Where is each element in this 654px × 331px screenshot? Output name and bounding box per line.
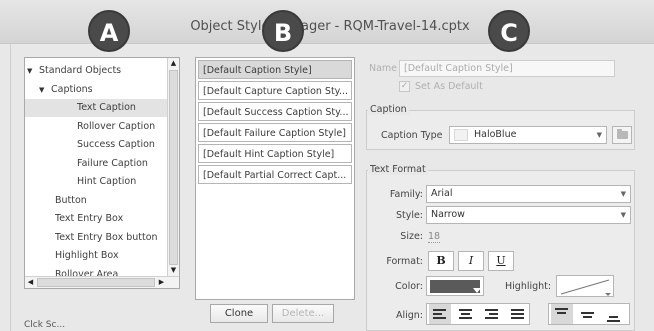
text-color-button[interactable] bbox=[426, 276, 484, 296]
caption-type-label: Caption Type bbox=[381, 130, 443, 141]
scroll-down-arrow-icon[interactable]: ▼ bbox=[168, 265, 179, 276]
caption-preview-swatch bbox=[454, 128, 468, 141]
underline-button[interactable]: U bbox=[488, 251, 514, 271]
folder-icon bbox=[617, 129, 628, 139]
vertical-align-group bbox=[548, 303, 630, 325]
tree-item-label: Failure Caption bbox=[77, 157, 148, 169]
align-center-button[interactable] bbox=[455, 304, 477, 324]
caption-type-dropdown[interactable]: HaloBlue ▼ bbox=[449, 126, 607, 144]
bold-button[interactable]: B bbox=[428, 251, 454, 271]
tree-hscroll-thumb[interactable] bbox=[37, 278, 155, 287]
italic-button[interactable]: I bbox=[458, 251, 484, 271]
tree-vertical-scrollbar[interactable]: ▲ ▼ bbox=[167, 58, 179, 277]
tree-item[interactable]: Button bbox=[25, 192, 167, 210]
tree-horizontal-scrollbar[interactable]: ◀ ▶ bbox=[25, 276, 179, 288]
chevron-down-icon: ▼ bbox=[620, 211, 626, 219]
tree-item-label: Text Entry Box button bbox=[55, 231, 158, 243]
object-tree: ▼ Standard Objects ▼ Captions Text Caption Ro… bbox=[24, 57, 180, 289]
tree-item-label: Text Caption bbox=[77, 102, 136, 113]
tree-item-label: Highlight Box bbox=[55, 250, 119, 261]
tree-item[interactable]: Rollover Caption bbox=[25, 118, 167, 136]
style-list-item[interactable]: [Default Success Caption Sty... bbox=[198, 102, 352, 121]
align-middle-button[interactable] bbox=[577, 304, 599, 324]
caption-type-value: HaloBlue bbox=[474, 129, 517, 140]
tree-item[interactable]: ▼ Standard Objects bbox=[25, 62, 167, 80]
callout-a: A bbox=[88, 10, 130, 52]
expand-triangle-icon[interactable]: ▼ bbox=[27, 62, 39, 80]
align-label: Align: bbox=[395, 310, 423, 321]
font-size-value[interactable]: 18 bbox=[428, 231, 441, 243]
name-label: Name bbox=[369, 63, 398, 74]
font-family-dropdown[interactable]: Arial ▼ bbox=[426, 185, 631, 203]
style-label: Style: bbox=[395, 210, 423, 221]
browse-folder-button[interactable] bbox=[612, 126, 632, 144]
tree-item[interactable]: Highlight Box bbox=[25, 247, 167, 265]
style-list-item[interactable]: [Default Capture Caption Sty... bbox=[198, 81, 352, 100]
styles-list: [Default Caption Style] [Default Capture … bbox=[195, 57, 355, 300]
highlight-label: Highlight: bbox=[505, 281, 552, 292]
tree-item[interactable]: Hint Caption bbox=[25, 173, 167, 191]
clone-button[interactable]: Clone bbox=[210, 304, 268, 323]
tree-item[interactable]: Text Entry Box button bbox=[25, 229, 167, 247]
callout-b: B bbox=[262, 10, 304, 52]
tree-item-label: Standard Objects bbox=[39, 65, 122, 76]
tree-item-label: Rollover Caption bbox=[77, 120, 156, 132]
set-default-checkbox[interactable]: ✓ bbox=[399, 81, 410, 92]
tree-item[interactable]: Text Caption bbox=[25, 99, 167, 117]
align-bottom-button[interactable] bbox=[603, 304, 625, 324]
window-title: Object Style Manager - RQM-Travel-14.cpt… bbox=[190, 19, 470, 34]
font-style-value: Narrow bbox=[431, 209, 465, 220]
name-field[interactable]: [Default Caption Style] bbox=[399, 60, 615, 77]
status-text: Clck Sc... bbox=[24, 320, 66, 330]
expand-triangle-icon[interactable]: ▼ bbox=[39, 81, 51, 99]
tree-scroll-thumb[interactable] bbox=[169, 70, 178, 265]
style-list-item[interactable]: [Default Failure Caption Style] bbox=[198, 123, 352, 142]
color-label: Color: bbox=[395, 281, 423, 292]
horizontal-align-group bbox=[426, 303, 530, 325]
set-default-label: Set As Default bbox=[415, 81, 483, 92]
style-list-item[interactable]: [Default Caption Style] bbox=[198, 60, 352, 79]
align-right-button[interactable] bbox=[481, 304, 503, 324]
align-top-button[interactable] bbox=[551, 304, 573, 324]
size-label: Size: bbox=[400, 231, 423, 242]
tree-item-label: Success Caption bbox=[77, 139, 155, 150]
tree-item-label: Button bbox=[55, 194, 87, 206]
tree-item[interactable]: Failure Caption bbox=[25, 155, 167, 173]
style-list-item[interactable]: [Default Partial Correct Capt... bbox=[198, 165, 352, 184]
style-list-item[interactable]: [Default Hint Caption Style] bbox=[198, 144, 352, 163]
scroll-up-arrow-icon[interactable]: ▲ bbox=[168, 58, 179, 69]
chevron-down-icon bbox=[473, 288, 481, 293]
object-tree-items: ▼ Standard Objects ▼ Captions Text Caption Ro… bbox=[25, 58, 168, 277]
align-left-button[interactable] bbox=[429, 304, 451, 324]
format-label: Format: bbox=[386, 256, 423, 267]
align-justify-button[interactable] bbox=[507, 304, 529, 324]
family-label: Family: bbox=[389, 189, 423, 200]
caption-group-title: Caption bbox=[368, 104, 409, 115]
tree-item-label: Captions bbox=[51, 83, 93, 95]
text-format-group-title: Text Format bbox=[368, 164, 428, 175]
no-color-icon bbox=[560, 279, 611, 296]
callout-c: C bbox=[488, 10, 530, 52]
tree-item-label: Hint Caption bbox=[77, 176, 137, 187]
scroll-left-arrow-icon[interactable]: ◀ bbox=[25, 277, 36, 288]
font-style-dropdown[interactable]: Narrow ▼ bbox=[426, 206, 631, 224]
tree-item[interactable]: Text Entry Box bbox=[25, 210, 167, 228]
font-family-value: Arial bbox=[431, 188, 453, 199]
chevron-down-icon: ▼ bbox=[620, 190, 626, 198]
delete-button[interactable]: Delete... bbox=[272, 304, 334, 323]
chevron-down-icon: ▼ bbox=[596, 131, 602, 139]
tree-item[interactable]: ▼ Captions bbox=[25, 81, 167, 99]
highlight-color-button[interactable] bbox=[556, 275, 614, 297]
tree-item-label: Text Entry Box bbox=[55, 213, 124, 224]
scroll-right-arrow-icon[interactable]: ▶ bbox=[156, 277, 167, 288]
tree-item[interactable]: Success Caption bbox=[25, 136, 167, 154]
